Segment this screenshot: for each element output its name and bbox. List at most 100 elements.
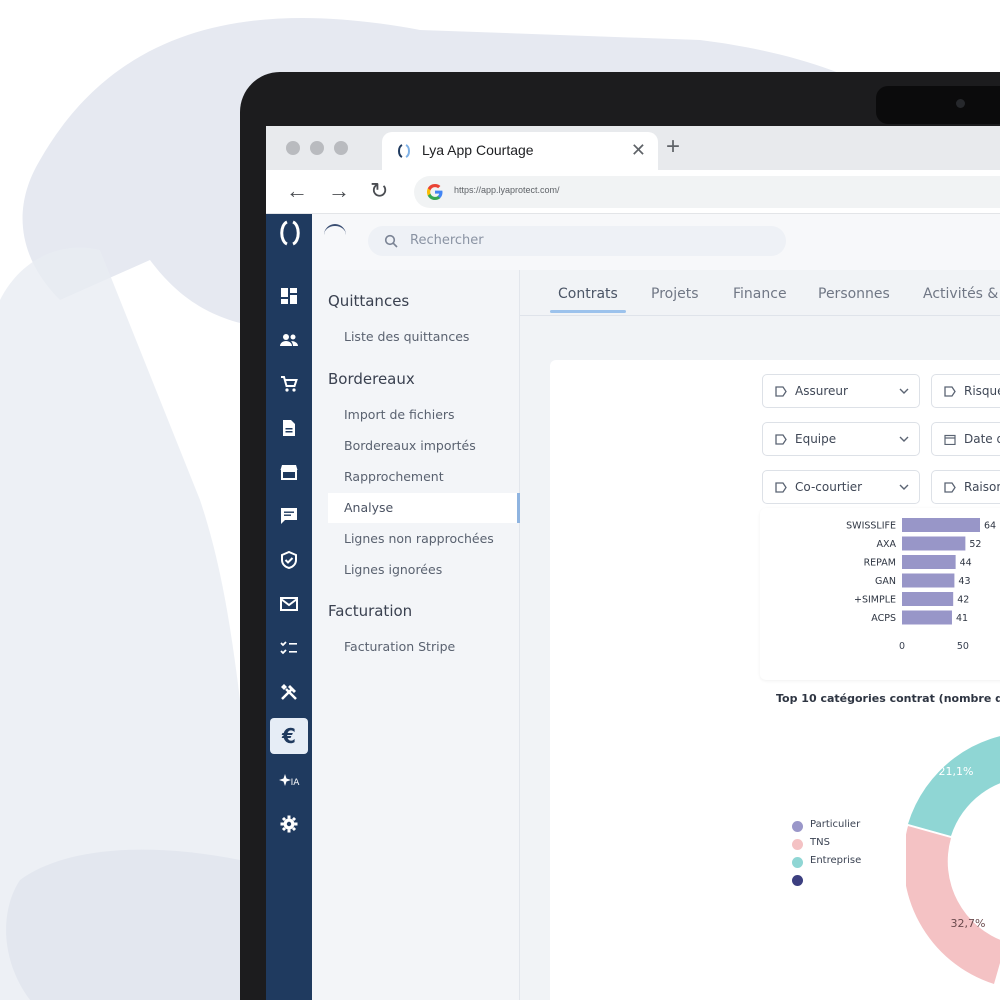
mail-icon[interactable] (266, 586, 312, 622)
new-tab-button[interactable]: + (666, 134, 680, 160)
bar (902, 592, 954, 606)
cart-icon[interactable] (266, 366, 312, 402)
forward-icon[interactable]: → (328, 178, 350, 204)
subnav-item-lignes-non-rapprochees[interactable]: Lignes non rapprochées (328, 524, 520, 554)
browser-tab[interactable]: Lya App Courtage ✕ (382, 132, 658, 170)
filter-date[interactable]: Date d (931, 422, 1000, 456)
tab-finance[interactable]: Finance (733, 286, 787, 302)
bar-category-label: REPAM (864, 558, 896, 569)
filter-label: Assureur (795, 384, 848, 398)
filter-risque[interactable]: Risque (931, 374, 1000, 408)
main-content: Contrats Projets Finance Personnes Activ… (520, 270, 1000, 1000)
bar-value-label: 52 (969, 539, 981, 550)
subnav-item-liste-quittances[interactable]: Liste des quittances (328, 322, 520, 352)
ia-sparkle-icon[interactable]: IA (266, 762, 312, 798)
screen: Lya App Courtage ✕ + ← → ↻ https://app.l… (266, 126, 1000, 1000)
store-icon[interactable] (266, 454, 312, 490)
subnav-item-analyse[interactable]: Analyse (328, 493, 520, 523)
bar (902, 555, 956, 569)
bar-category-label: AXA (876, 539, 896, 550)
search-placeholder: Rechercher (410, 233, 484, 248)
subnav-item-import-fichiers[interactable]: Import de fichiers (328, 400, 520, 430)
back-icon[interactable]: ← (286, 178, 308, 204)
legend-label: TNS (810, 837, 830, 848)
legend-label: Entreprise (810, 855, 862, 866)
bar-category-label: GAN (875, 576, 896, 587)
browser-toolbar: ← → ↻ https://app.lyaprotect.com/ (266, 170, 1000, 214)
legend-dot (792, 821, 803, 832)
donut-slice-entreprise (908, 736, 1000, 836)
analysis-panel: Assureur Risque Equipe (550, 360, 1000, 1000)
tag-icon (944, 386, 956, 397)
legend-dot (792, 857, 803, 868)
filter-equipe[interactable]: Equipe (762, 422, 920, 456)
subnav-item-lignes-ignorees[interactable]: Lignes ignorées (328, 555, 520, 585)
legend-dot (792, 875, 803, 886)
tab-activites[interactable]: Activités & t (923, 286, 1000, 302)
filter-assureur[interactable]: Assureur (762, 374, 920, 408)
tools-icon[interactable] (266, 674, 312, 710)
tab-contrats[interactable]: Contrats (558, 286, 618, 302)
section-title-bordereaux: Bordereaux (328, 370, 415, 388)
chevron-down-icon (899, 484, 909, 490)
address-bar[interactable]: https://app.lyaprotect.com/ (414, 176, 1000, 208)
chat-icon[interactable] (266, 498, 312, 534)
euro-label: € (282, 724, 296, 748)
dashboard-icon[interactable] (266, 278, 312, 314)
reload-icon[interactable]: ↻ (370, 178, 388, 204)
bar-value-label: 41 (956, 613, 968, 624)
shield-check-icon[interactable] (266, 542, 312, 578)
bar-value-label: 43 (958, 576, 970, 587)
bar (902, 610, 952, 625)
google-icon (427, 184, 443, 200)
bar-category-label: +SIMPLE (854, 595, 896, 606)
tag-icon (775, 386, 787, 397)
filter-raison[interactable]: Raison (931, 470, 1000, 504)
loading-spinner-icon (324, 224, 346, 246)
filter-co-courtier[interactable]: Co-courtier (762, 470, 920, 504)
section-title-quittances: Quittances (328, 292, 410, 310)
bar-value-label: 44 (960, 558, 972, 569)
tab-title: Lya App Courtage (422, 142, 534, 158)
legend-label: Particulier (810, 819, 861, 830)
chevron-down-icon (899, 388, 909, 394)
search-input[interactable]: Rechercher (368, 226, 786, 256)
marketing-stage: Lya App Courtage ✕ + ← → ↻ https://app.l… (0, 0, 1000, 1000)
tab-personnes[interactable]: Personnes (818, 286, 890, 302)
gear-icon[interactable] (266, 806, 312, 842)
window-minimize-dot[interactable] (310, 141, 324, 155)
filter-label: Co-courtier (795, 480, 863, 494)
euro-icon[interactable]: € (270, 718, 308, 754)
donut-chart-title: Top 10 catégories contrat (nombre de con (776, 692, 1000, 705)
window-close-dot[interactable] (286, 141, 300, 155)
filter-label: Date d (964, 432, 1000, 446)
bar (902, 573, 955, 588)
checklist-icon[interactable] (266, 630, 312, 666)
camera-icon (956, 99, 965, 108)
assureur-bar-chart-card: SWISSLIFE 64 AXA 52 REPAM 44 GAN 43 +SIMPLE 42 ACP… (760, 508, 1000, 680)
lya-logo-icon[interactable] (277, 220, 303, 246)
bar (902, 536, 966, 551)
search-icon (384, 234, 398, 248)
tab-projets[interactable]: Projets (651, 286, 699, 302)
calendar-icon (944, 434, 956, 445)
filter-label: Risque (964, 384, 1000, 398)
app-root: € IA Rechercher Quittances Liste des qui… (266, 214, 1000, 1000)
assureur-bar-chart: SWISSLIFE 64 AXA 52 REPAM 44 GAN 43 +SIMPLE 42 ACP… (846, 518, 996, 652)
subnav-item-rapprochement[interactable]: Rapprochement (328, 462, 520, 492)
category-donut-chart: 21,1% 32,7% (906, 736, 1000, 984)
bar-value-label: 42 (957, 595, 969, 606)
subnav-item-bordereaux-importes[interactable]: Bordereaux importés (328, 431, 520, 461)
people-icon[interactable] (266, 322, 312, 358)
filter-label: Raison (964, 480, 1000, 494)
filter-label: Equipe (795, 432, 837, 446)
active-tab-indicator (550, 310, 626, 313)
window-maximize-dot[interactable] (334, 141, 348, 155)
icon-rail: € IA (266, 214, 312, 1000)
subnav-item-facturation-stripe[interactable]: Facturation Stripe (328, 632, 520, 662)
document-icon[interactable] (266, 410, 312, 446)
bar-category-label: ACPS (871, 613, 896, 624)
tab-close-icon[interactable]: ✕ (631, 140, 646, 160)
camera-notch (876, 86, 1000, 124)
laptop-frame: Lya App Courtage ✕ + ← → ↻ https://app.l… (240, 72, 1000, 1000)
